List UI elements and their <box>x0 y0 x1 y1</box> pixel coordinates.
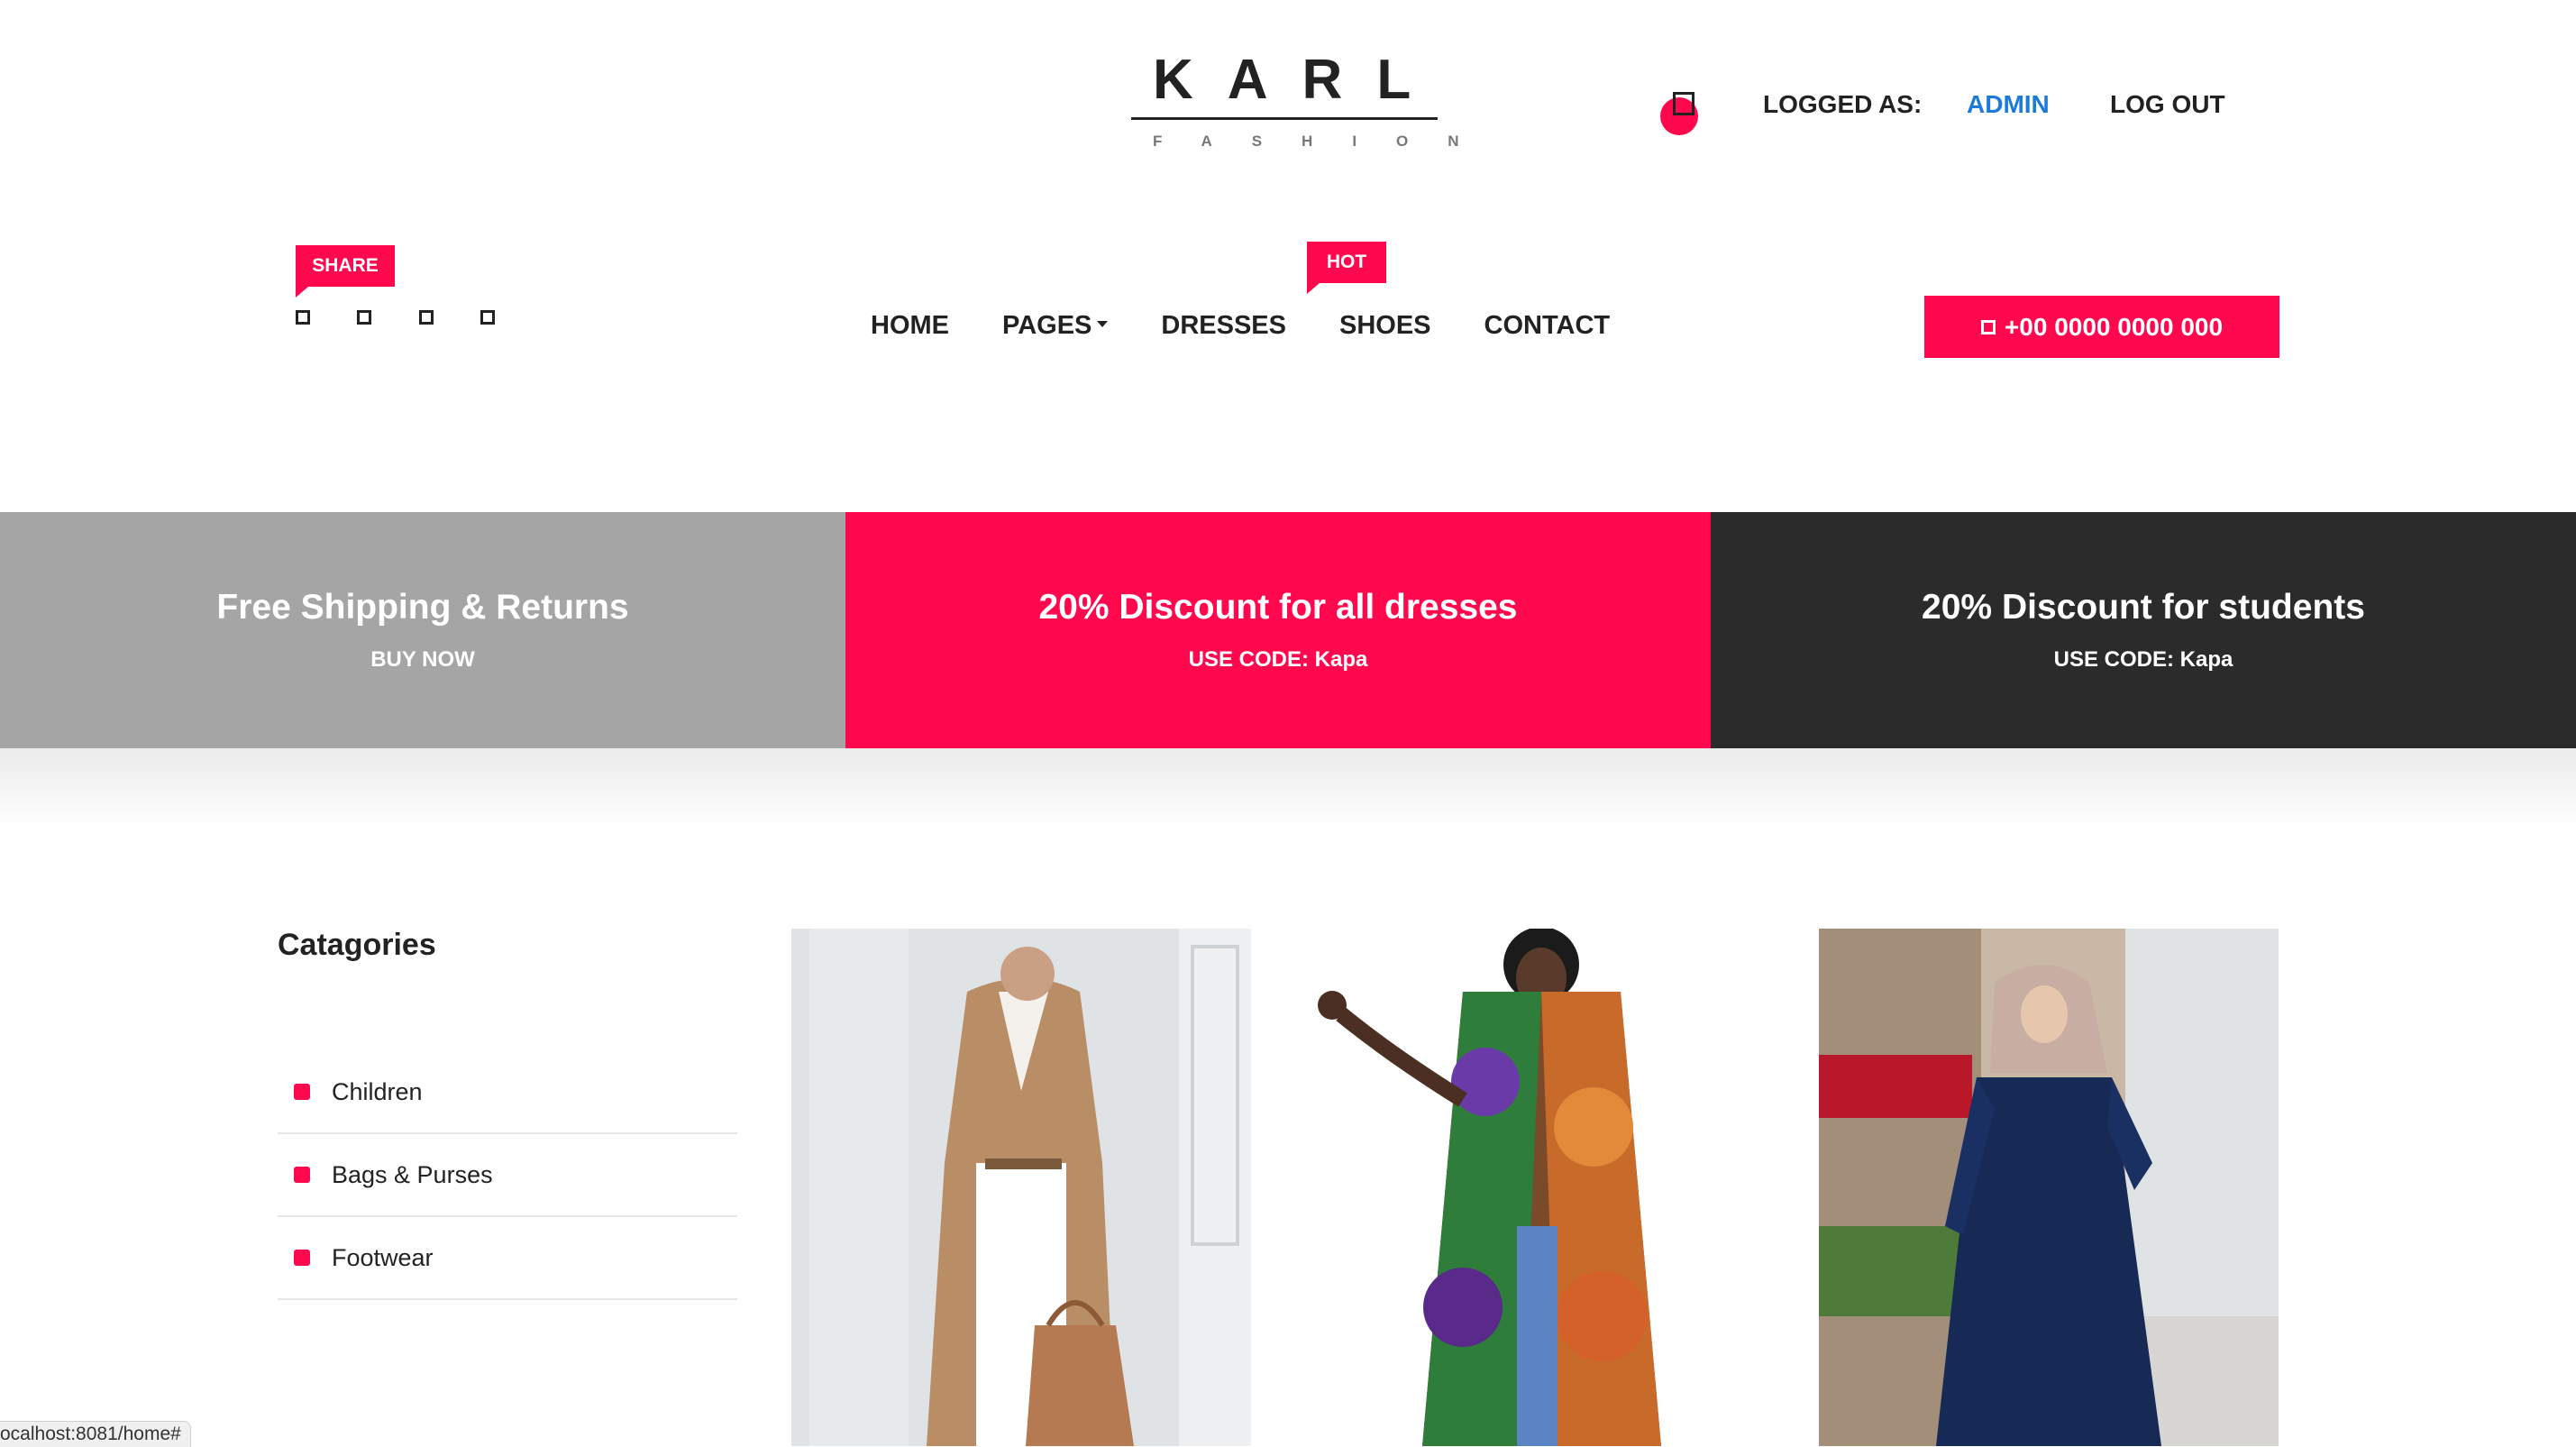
logo-divider <box>1131 117 1438 120</box>
category-item[interactable]: Bags & Purses <box>278 1134 737 1217</box>
coat-model-image <box>791 929 1251 1446</box>
nav-pages-label: PAGES <box>1002 311 1092 340</box>
product-image[interactable] <box>1819 929 2279 1446</box>
bag-icon <box>1673 92 1694 115</box>
brand-tagline: FASHION <box>1153 133 1499 150</box>
category-item[interactable]: Footwear <box>278 1217 737 1300</box>
categories-list: Children Bags & Purses Footwear <box>278 1051 737 1300</box>
nav-contact[interactable]: CONTACT <box>1484 311 1611 341</box>
african-print-dress-image <box>1305 929 1765 1446</box>
product-image[interactable] <box>791 929 1251 1446</box>
bullet-icon <box>294 1250 310 1266</box>
promo-title: 20% Discount for students <box>1922 588 2365 627</box>
promo-title: 20% Discount for all dresses <box>1038 588 1518 627</box>
logged-as-label: LOGGED AS: <box>1763 90 1923 118</box>
categories-title: Catagories <box>278 928 436 962</box>
promo-shadow <box>0 748 2576 829</box>
share-badge: SHARE <box>296 245 395 298</box>
cart-icon[interactable] <box>1660 92 1700 135</box>
logout-link[interactable]: LOG OUT <box>2110 90 2225 119</box>
nav-pages[interactable]: PAGES <box>1002 311 1109 341</box>
pinterest-icon[interactable] <box>480 310 495 325</box>
nav-home[interactable]: HOME <box>871 311 949 341</box>
twitter-icon[interactable] <box>357 310 371 325</box>
navy-dress-model-image <box>1819 929 2279 1446</box>
promo-subtitle: USE CODE: Kapa <box>1188 647 1368 672</box>
nav-dresses[interactable]: DRESSES <box>1161 311 1286 341</box>
category-label: Bags & Purses <box>332 1160 493 1188</box>
promo-free-shipping[interactable]: Free Shipping & Returns BUY NOW <box>0 512 845 748</box>
bullet-icon <box>294 1084 310 1100</box>
caret-down-icon <box>1097 320 1109 327</box>
promo-subtitle: USE CODE: Kapa <box>2053 647 2233 672</box>
hot-badge: HOT <box>1307 242 1386 294</box>
bullet-icon <box>294 1167 310 1183</box>
promo-dresses-discount[interactable]: 20% Discount for all dresses USE CODE: K… <box>845 512 1711 748</box>
phone-button[interactable]: +00 0000 0000 000 <box>1924 296 2279 358</box>
main-nav: HOME PAGES DRESSES SHOES CONTACT <box>871 311 1663 341</box>
phone-icon <box>1980 319 1996 334</box>
promo-title: Free Shipping & Returns <box>216 588 629 627</box>
category-label: Children <box>332 1077 423 1105</box>
instagram-icon[interactable] <box>419 310 434 325</box>
brand-name: KARL <box>1153 49 1446 111</box>
brand-logo[interactable]: KARL FASHION <box>1131 49 1499 151</box>
phone-number: +00 0000 0000 000 <box>2004 312 2224 341</box>
category-item[interactable]: Children <box>278 1051 737 1134</box>
admin-user-link[interactable]: ADMIN <box>1967 90 2050 119</box>
category-label: Footwear <box>332 1243 434 1271</box>
nav-shoes[interactable]: SHOES <box>1339 311 1431 341</box>
promo-subtitle: BUY NOW <box>370 647 475 672</box>
facebook-icon[interactable] <box>296 310 310 325</box>
promo-students-discount[interactable]: 20% Discount for students USE CODE: Kapa <box>1711 512 2576 748</box>
product-image[interactable] <box>1305 929 1765 1446</box>
browser-status-bar: ocalhost:8081/home# <box>0 1421 191 1447</box>
